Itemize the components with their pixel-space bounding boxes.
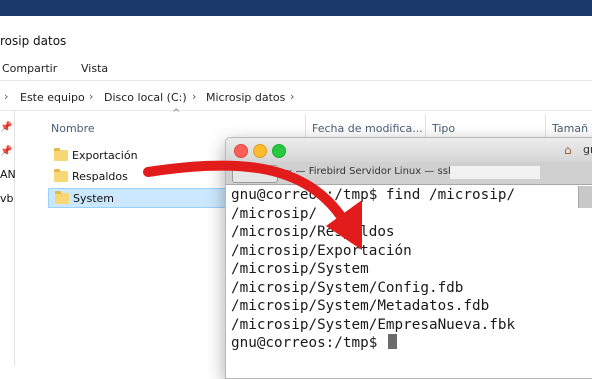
arrow-shaft (143, 160, 345, 220)
annotation-arrow (143, 160, 362, 250)
